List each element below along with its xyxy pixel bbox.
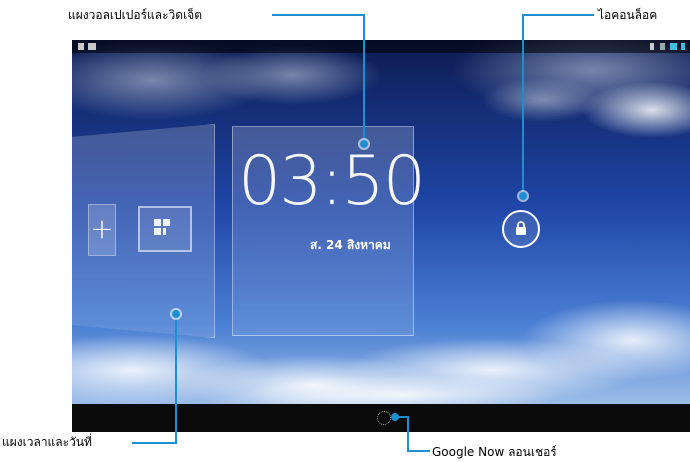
battery-icon <box>681 43 685 50</box>
callout-dot <box>391 413 399 421</box>
clock-date: ส. 24 สิงหาคม <box>310 238 391 252</box>
callout-line <box>272 14 364 16</box>
callout-line <box>522 14 524 196</box>
callout-line <box>522 14 594 16</box>
callout-time-date: แผงเวลาและวันที่ <box>2 435 92 449</box>
callout-dot <box>360 140 368 148</box>
lock-icon <box>516 221 526 235</box>
callout-line <box>363 14 365 144</box>
callout-google-now: Google Now ลอนเชอร์ <box>432 445 557 459</box>
callout-line <box>175 314 177 444</box>
callout-line <box>407 416 409 452</box>
callout-dot <box>172 310 180 318</box>
status-bar <box>72 40 690 53</box>
screenshot-icon <box>88 43 96 50</box>
add-widget-button[interactable]: + <box>88 204 116 256</box>
callout-line <box>408 450 430 452</box>
tablet-lock-screen: + 03:50 ส. 24 สิงหาคม <box>72 40 690 432</box>
callout-dot <box>519 192 527 200</box>
notification-icon <box>78 43 84 50</box>
bluetooth-icon <box>650 43 654 50</box>
callout-lock-icon: ไอคอนล็อค <box>598 8 658 22</box>
signal-icon <box>660 43 665 50</box>
navigation-bar <box>72 404 690 432</box>
callout-line <box>132 442 176 444</box>
google-now-launcher-icon[interactable] <box>377 411 391 425</box>
wifi-icon <box>670 43 677 50</box>
widget-grid-icon[interactable] <box>138 206 192 252</box>
clock-time: 03:50 <box>238 142 426 221</box>
callout-wallpaper-widget: แผงวอลเปเปอร์และวิดเจ็ต <box>68 8 203 22</box>
lock-button[interactable] <box>502 210 540 248</box>
